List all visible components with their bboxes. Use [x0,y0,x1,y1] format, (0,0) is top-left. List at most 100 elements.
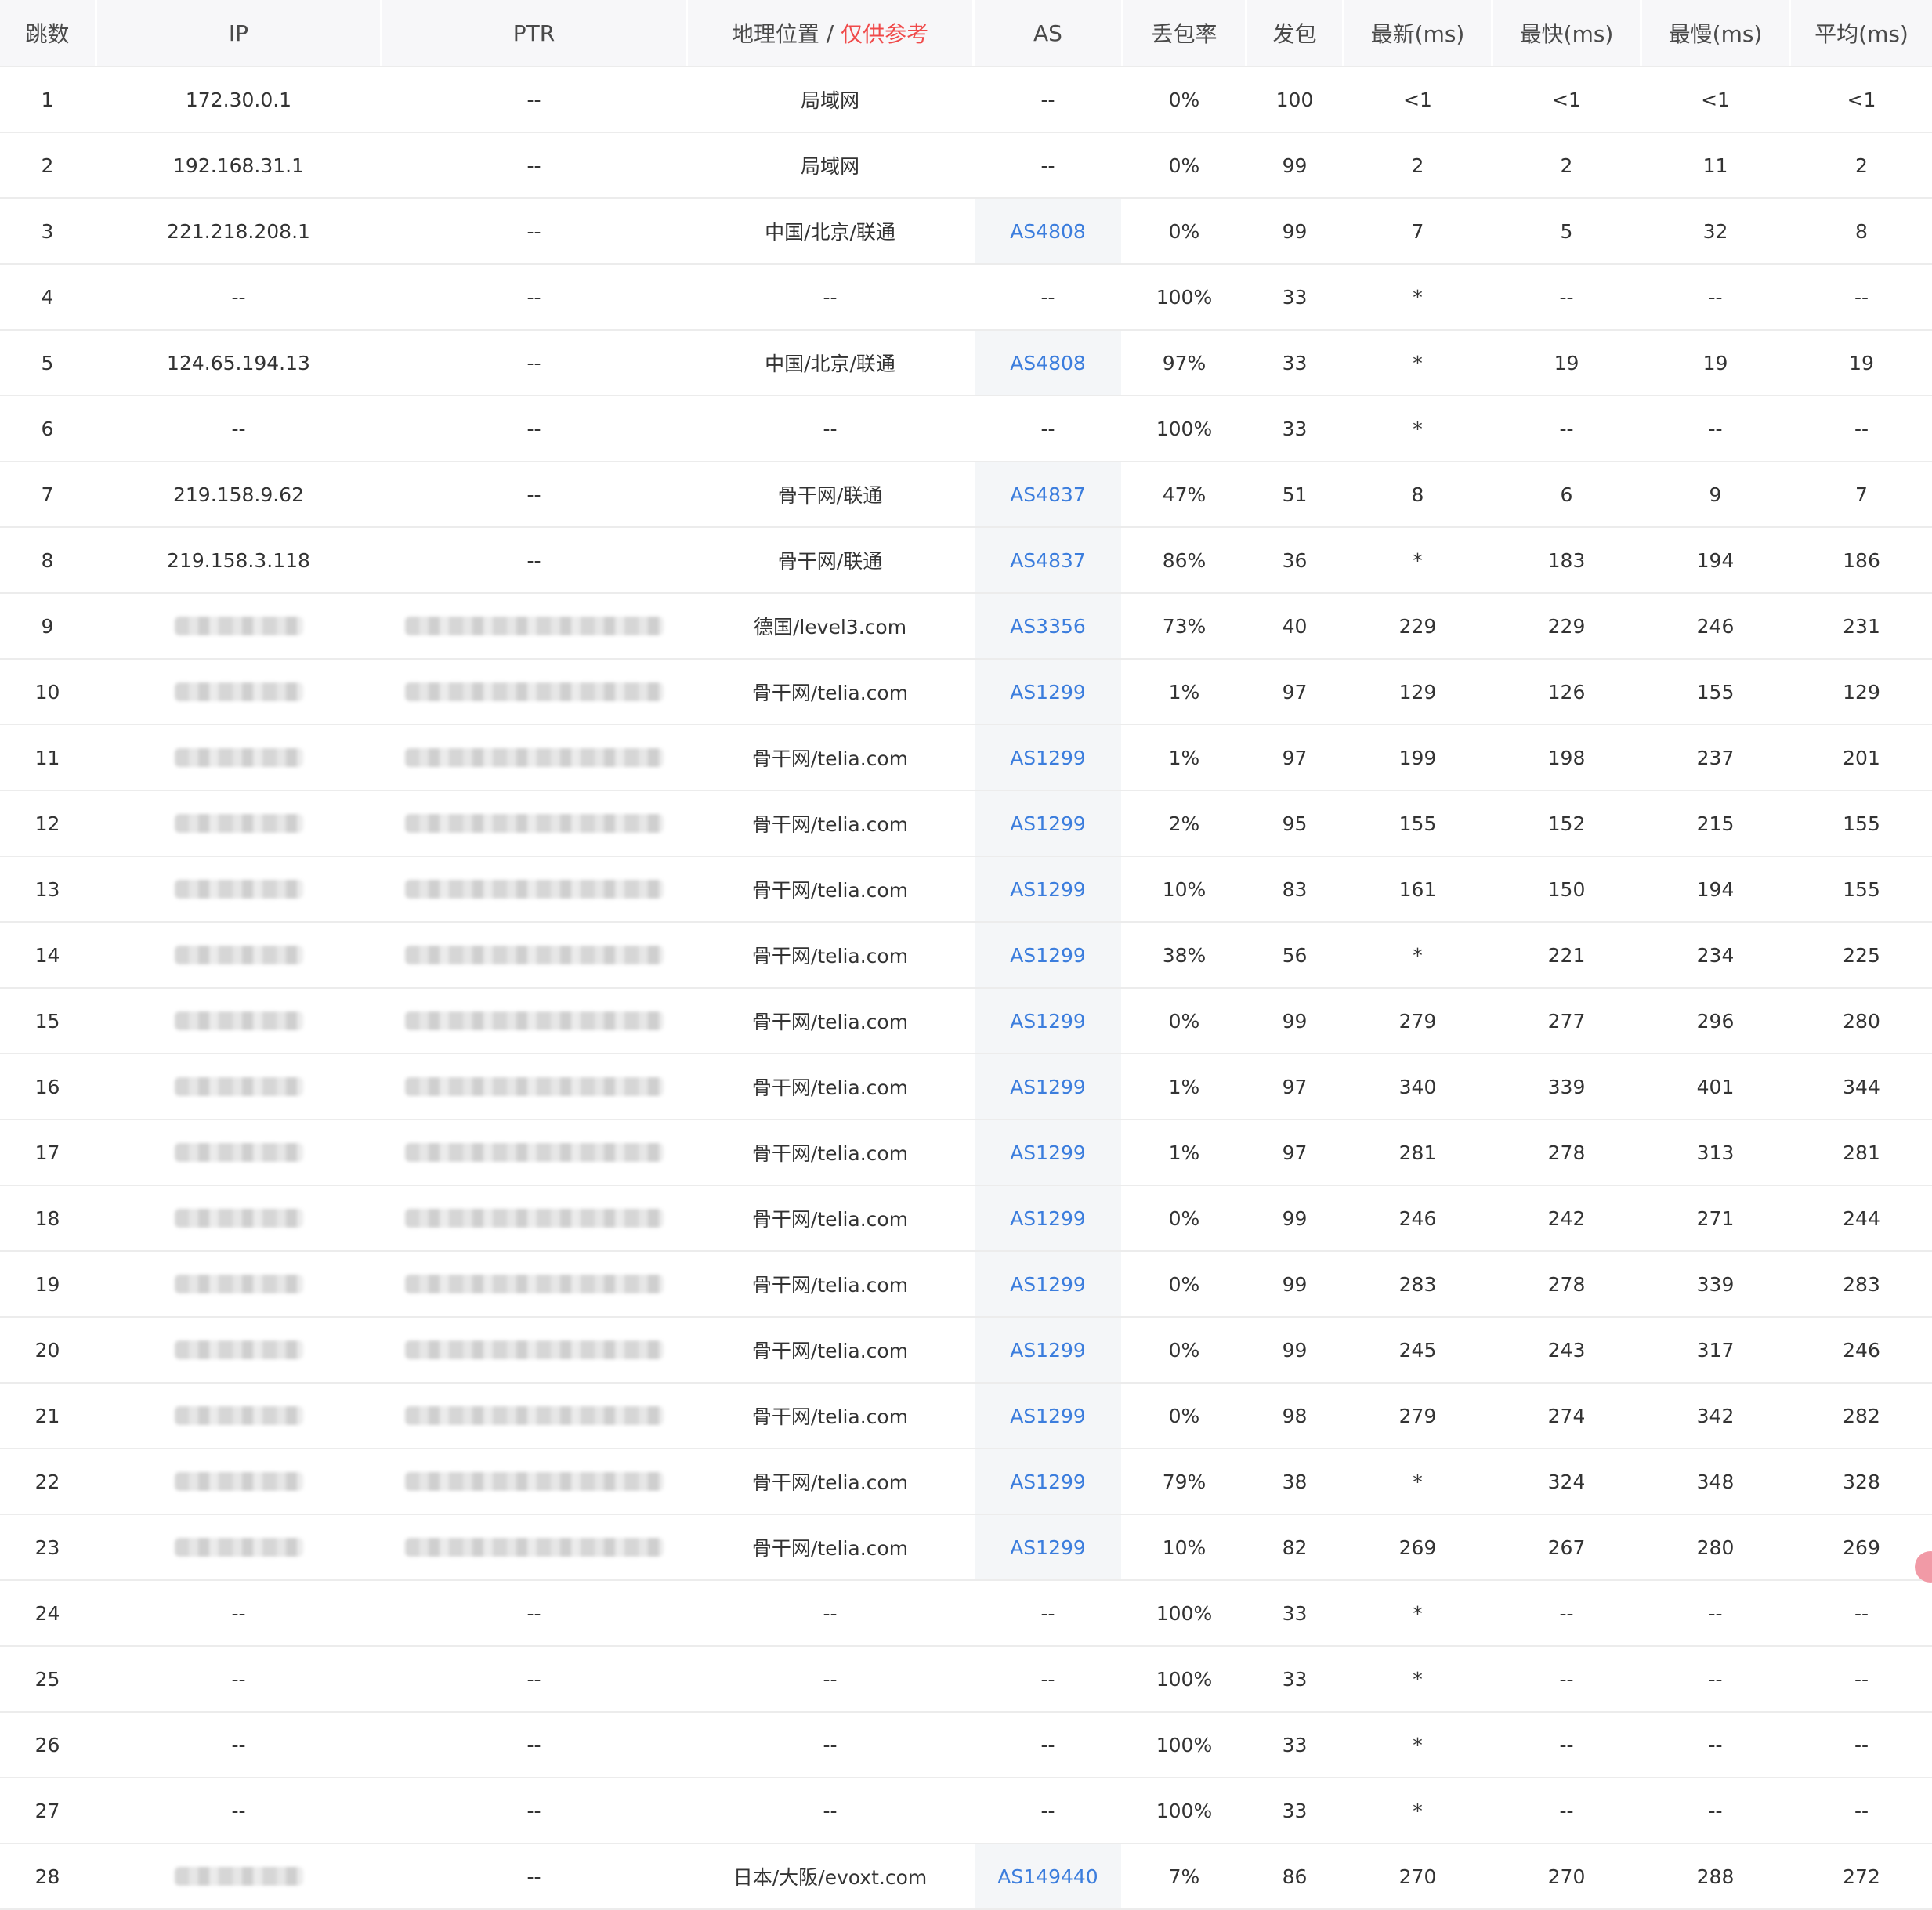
table-row: 1 172.30.0.1 -- 局域网 -- 0% 100 <1 <1 <1 <1 [0,67,1932,133]
cell-worst: 348 [1642,1449,1791,1514]
cell-sent: 33 [1247,265,1344,329]
cell-ip: -- [97,1778,382,1843]
redacted-ptr [404,1275,664,1293]
as-link[interactable]: AS1299 [1010,1405,1086,1427]
cell-avg: 155 [1843,812,1880,835]
cell-sent: 33 [1247,396,1344,461]
cell-geo: 骨干网/telia.com [688,989,975,1053]
header-sent: 发包 [1247,0,1344,66]
header-last: 最新(ms) [1344,0,1493,66]
table-row: 8 219.158.3.118 -- 骨干网/联通 AS4837 86% 36 * 183 194… [0,528,1932,594]
table-row: 14 骨干网/telia.com AS1299 38% 56 * 221 234 225 [0,923,1932,989]
redacted-ip [174,946,303,964]
cell-sent: 97 [1247,1120,1344,1185]
as-link[interactable]: AS1299 [1010,1076,1086,1098]
cell-worst: -- [1642,1778,1791,1843]
cell-hop: 4 [0,265,97,329]
cell-ptr: -- [382,1778,688,1843]
as-link[interactable]: AS1299 [1010,1273,1086,1296]
cell-ip: 219.158.3.118 [97,528,382,592]
cell-hop: 12 [0,791,97,856]
cell-last: 340 [1344,1054,1493,1119]
as-link[interactable]: AS1299 [1010,747,1086,769]
cell-geo: 日本/大阪/evoxt.com [688,1844,975,1908]
header-geo: 地理位置 / 仅供参考 [688,0,975,66]
cell-geo: -- [688,396,975,461]
redacted-ip [174,1867,303,1886]
cell-best: 267 [1493,1515,1642,1579]
cell-sent: 98 [1247,1384,1344,1448]
cell-last: 269 [1344,1515,1493,1579]
as-link[interactable]: AS1299 [1010,878,1086,901]
as-link[interactable]: AS4837 [1010,549,1086,572]
cell-last: 283 [1344,1252,1493,1316]
cell-hop: 1 [0,67,97,132]
cell-avg: 201 [1843,746,1880,769]
as-link[interactable]: AS4837 [1010,483,1086,506]
as-link[interactable]: AS1299 [1010,681,1086,704]
table-row: 12 骨干网/telia.com AS1299 2% 95 155 152 215 155 [0,791,1932,857]
cell-loss: 100% [1123,1778,1247,1843]
cell-worst: 271 [1642,1186,1791,1250]
header-loss: 丢包率 [1123,0,1247,66]
as-link[interactable]: AS1299 [1010,1207,1086,1230]
cell-ip [97,857,382,921]
table-row: 6 -- -- -- -- 100% 33 * -- -- -- [0,396,1932,462]
cell-as: AS1299 [975,1120,1123,1185]
as-link[interactable]: AS4808 [1010,220,1086,243]
as-link[interactable]: AS1299 [1010,1141,1086,1164]
cell-hop: 11 [0,725,97,790]
as-link[interactable]: AS1299 [1010,1010,1086,1033]
cell-hop: 27 [0,1778,97,1843]
redacted-ip [174,1340,303,1359]
cell-hop: 16 [0,1054,97,1119]
header-hop: 跳数 [0,0,97,66]
as-link[interactable]: AS4808 [1010,352,1086,374]
cell-avg: 186 [1843,548,1880,572]
cell-loss: 73% [1123,594,1247,658]
cell-loss: 100% [1123,265,1247,329]
as-link[interactable]: AS149440 [997,1865,1098,1888]
cell-as: AS1299 [975,923,1123,987]
cell-best: 5 [1493,199,1642,263]
cell-sent: 99 [1247,989,1344,1053]
cell-ip [97,725,382,790]
cell-last: 229 [1344,594,1493,658]
cell-best: -- [1493,1647,1642,1711]
cell-last: * [1344,1581,1493,1645]
as-link[interactable]: AS1299 [1010,1339,1086,1362]
cell-worst: 313 [1642,1120,1791,1185]
cell-worst: -- [1642,1581,1791,1645]
as-link[interactable]: AS1299 [1010,944,1086,967]
cell-worst: 401 [1642,1054,1791,1119]
cell-best: 277 [1493,989,1642,1053]
cell-ptr: -- [382,1647,688,1711]
cell-best: 2 [1493,133,1642,197]
cell-geo: 骨干网/telia.com [688,1054,975,1119]
as-link[interactable]: AS1299 [1010,1536,1086,1559]
redacted-ptr [404,1077,664,1096]
cell-best: -- [1493,396,1642,461]
cell-sent: 36 [1247,528,1344,592]
table-row: 26 -- -- -- -- 100% 33 * -- -- -- [0,1713,1932,1778]
cell-loss: 97% [1123,331,1247,395]
cell-best: -- [1493,1778,1642,1843]
cell-loss: 100% [1123,1647,1247,1711]
cell-sent: 33 [1247,1647,1344,1711]
as-link[interactable]: AS3356 [1010,615,1086,638]
cell-as: AS4837 [975,462,1123,526]
header-ip: IP [97,0,382,66]
cell-best: 324 [1493,1449,1642,1514]
cell-as: AS1299 [975,1252,1123,1316]
cell-loss: 2% [1123,791,1247,856]
as-link[interactable]: AS1299 [1010,1470,1086,1493]
cell-avg: 7 [1855,483,1868,506]
as-link[interactable]: AS1299 [1010,812,1086,835]
cell-avg: -- [1854,285,1869,309]
cell-ip [97,791,382,856]
cell-best: 152 [1493,791,1642,856]
cell-hop: 2 [0,133,97,197]
cell-ptr: -- [382,133,688,197]
cell-loss: 1% [1123,1054,1247,1119]
cell-ptr [382,1054,688,1119]
